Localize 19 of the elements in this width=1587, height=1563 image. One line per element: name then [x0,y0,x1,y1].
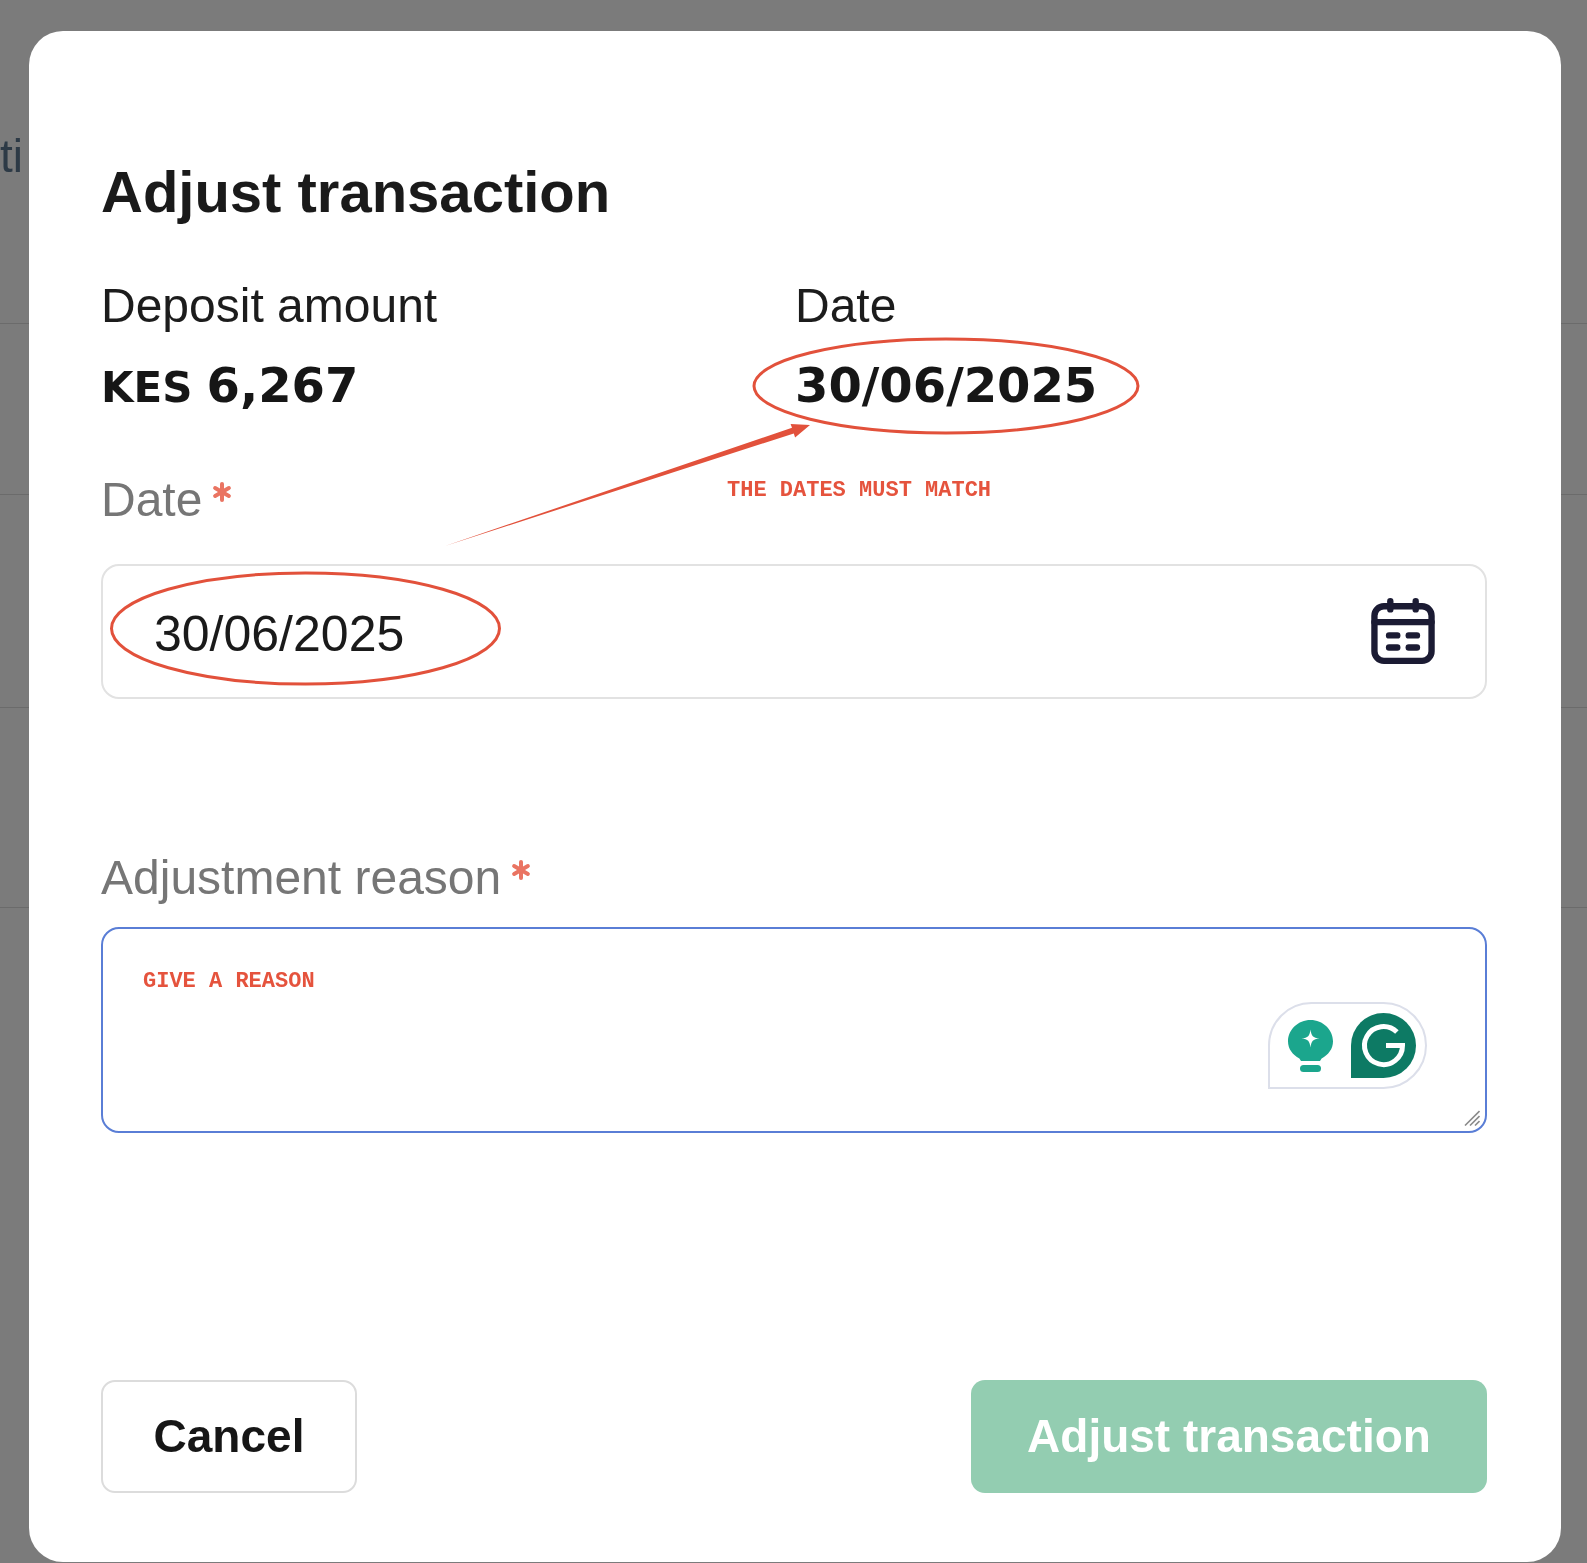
annotation-text: THE DATES MUST MATCH [727,478,992,505]
currency-code: KES [101,367,193,410]
letter-g-logo-icon[interactable] [1351,1013,1416,1079]
summary-value: 30/06/2025 [795,361,1098,410]
reason-textarea[interactable]: GIVE A REASON [101,927,1487,1134]
annotation-text: GIVE A REASON [143,969,315,996]
calendar-icon[interactable] [1371,598,1435,665]
lightbulb-icon[interactable] [1288,1019,1333,1072]
summary-value: 6,267 [206,361,359,410]
summary-label: Date [795,277,897,334]
resize-handle-icon[interactable] [1464,1110,1480,1127]
summary-label: Deposit amount [101,277,438,334]
extension-widget[interactable] [1268,1002,1427,1090]
date-input[interactable]: 30/06/2025 [101,563,1487,699]
field-label: Date [101,472,203,529]
background-text: ti [0,129,23,184]
cancel-button[interactable]: Cancel [101,1380,357,1494]
field-label: Adjustment reason [101,849,502,906]
dialog-title: Adjust transaction [101,158,611,226]
